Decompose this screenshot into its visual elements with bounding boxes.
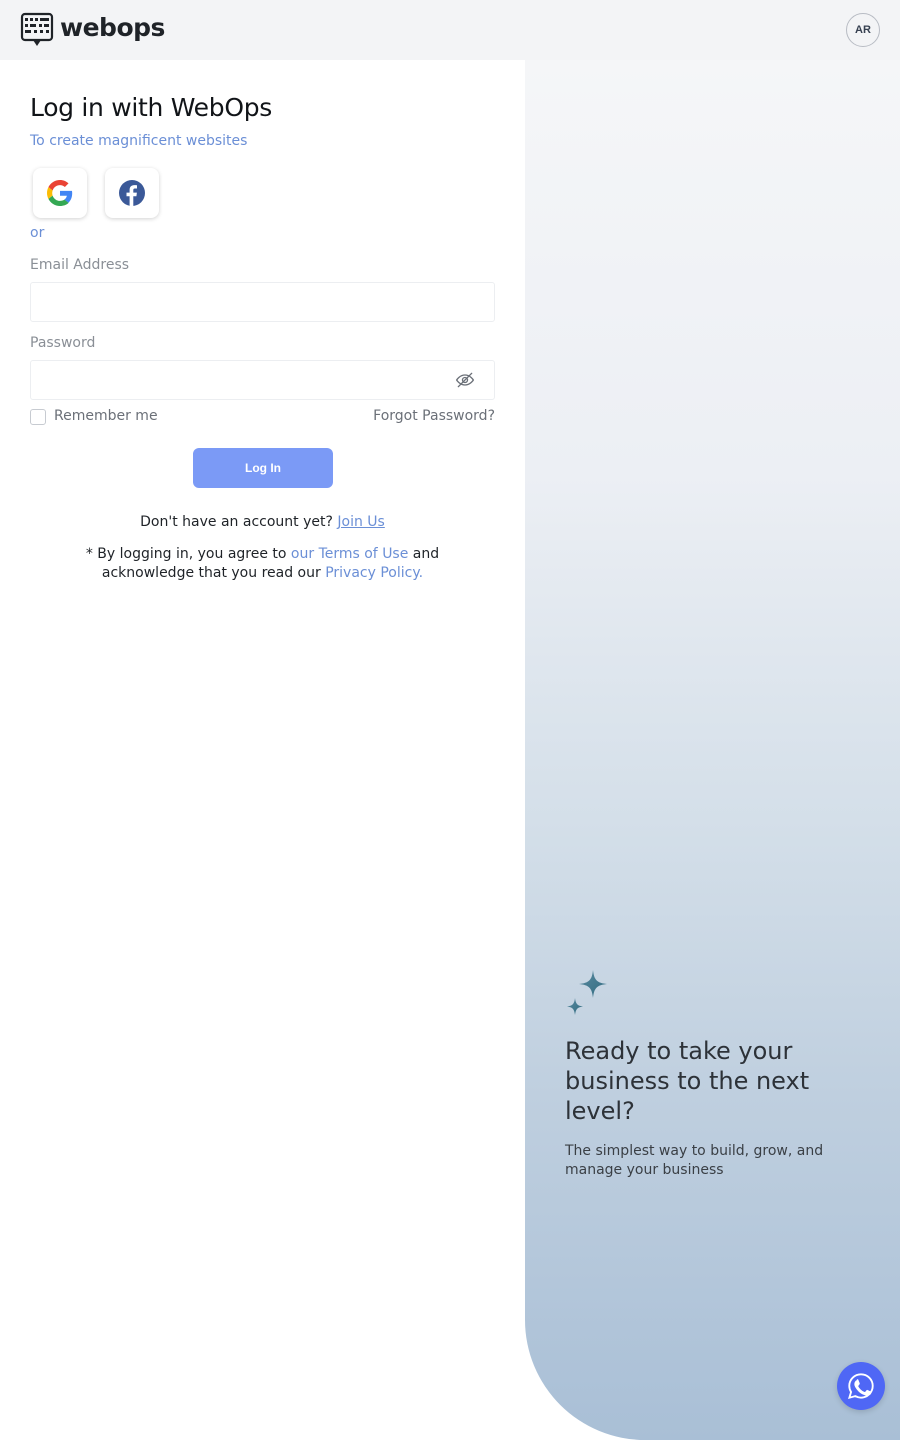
facebook-icon	[119, 180, 145, 206]
webops-logo-icon[interactable]	[20, 12, 54, 48]
whatsapp-chat-button[interactable]	[837, 1362, 885, 1410]
signup-prefix: Don't have an account yet?	[140, 514, 333, 530]
top-header: webops AR	[0, 0, 900, 60]
terms-notice: * By logging in, you agree to our Terms …	[75, 545, 450, 583]
forgot-password-link[interactable]: Forgot Password?	[369, 408, 495, 424]
eye-slash-icon	[455, 372, 475, 388]
terms-of-use-link[interactable]: our Terms of Use	[291, 546, 408, 562]
password-field[interactable]	[30, 360, 495, 400]
language-button[interactable]: AR	[846, 13, 880, 47]
toggle-password-visibility-button[interactable]	[453, 368, 477, 392]
page-title: Log in with WebOps	[30, 93, 273, 122]
email-field[interactable]	[30, 282, 495, 322]
whatsapp-icon	[848, 1373, 874, 1400]
privacy-policy-link[interactable]: Privacy Policy.	[325, 565, 423, 581]
facebook-login-button[interactable]	[105, 168, 159, 218]
login-button[interactable]: Log In	[193, 448, 333, 488]
page-subtitle: To create magnificent websites	[30, 133, 248, 149]
remember-me-label[interactable]: Remember me	[54, 408, 158, 424]
signup-prompt: Don't have an account yet? Join Us	[30, 514, 495, 530]
promo-title: Ready to take your business to the next …	[565, 1037, 810, 1125]
join-us-link[interactable]: Join Us	[337, 514, 384, 530]
password-label: Password	[30, 335, 96, 351]
remember-me-checkbox[interactable]	[30, 409, 46, 425]
promo-subtitle: The simplest way to build, grow, and man…	[565, 1143, 824, 1178]
or-divider: or	[30, 225, 45, 241]
terms-prefix: * By logging in, you agree to	[85, 546, 287, 562]
sparkles-icon	[567, 970, 607, 1015]
email-label: Email Address	[30, 257, 130, 273]
promo-panel: Ready to take your business to the next …	[525, 60, 900, 1440]
google-login-button[interactable]	[33, 168, 87, 218]
google-icon	[47, 180, 73, 206]
logo-text[interactable]: webops	[60, 13, 165, 42]
